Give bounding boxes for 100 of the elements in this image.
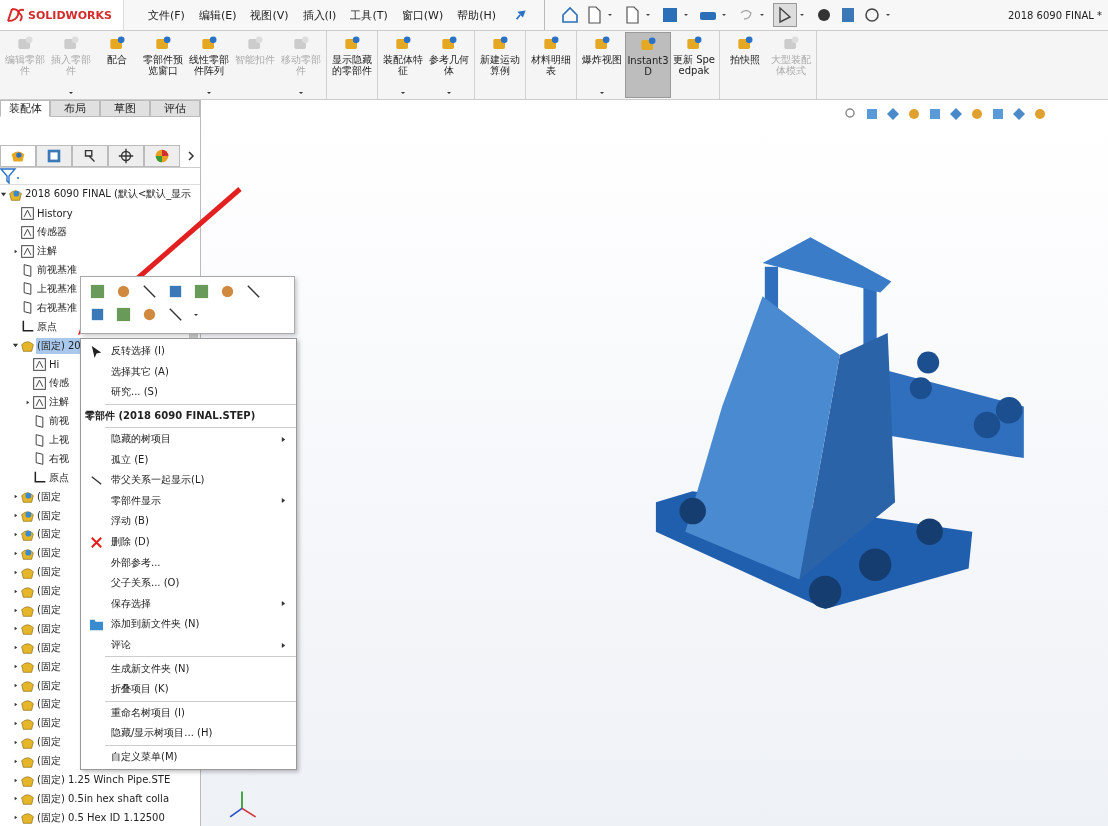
tree-item[interactable]: (固定 bbox=[36, 564, 62, 581]
expand-arrow-icon[interactable] bbox=[12, 247, 19, 255]
tree-item[interactable]: 原点 bbox=[36, 318, 58, 335]
configuration-tab-icon[interactable] bbox=[72, 145, 108, 167]
ribbon-button[interactable]: 零部件预览窗口 bbox=[140, 32, 186, 98]
caret-icon[interactable] bbox=[193, 311, 199, 318]
tree-item[interactable]: (固定 bbox=[36, 526, 62, 543]
tree-item[interactable]: 上视 bbox=[48, 432, 70, 448]
menu-item[interactable]: 评论 bbox=[81, 634, 296, 656]
expand-arrow-icon[interactable] bbox=[12, 606, 19, 614]
caret-icon[interactable] bbox=[759, 12, 766, 18]
expand-arrow-icon[interactable] bbox=[12, 814, 19, 822]
tree-item[interactable]: 上视基准 bbox=[36, 280, 78, 297]
menu-item[interactable]: 编辑(E) bbox=[198, 7, 237, 23]
menu-item[interactable]: 选择其它 (A) bbox=[81, 361, 296, 383]
expand-arrow-icon[interactable] bbox=[12, 757, 19, 765]
caret-icon[interactable] bbox=[645, 12, 652, 18]
tree-item[interactable]: (固定 bbox=[36, 715, 62, 732]
tree-item[interactable]: (固定 bbox=[36, 583, 62, 600]
menu-item[interactable]: 孤立 (E) bbox=[81, 449, 296, 470]
menu-item[interactable]: 研究... (S) bbox=[81, 382, 296, 403]
expand-arrow-icon[interactable] bbox=[12, 795, 19, 803]
tree-item[interactable]: 前视基准 bbox=[36, 262, 78, 278]
menu-item[interactable]: 外部参考... bbox=[81, 552, 296, 573]
tree-item[interactable]: (固定) 20 bbox=[36, 337, 82, 354]
tree-item[interactable]: Hi bbox=[48, 357, 61, 371]
ribbon-button[interactable]: 新建运动算例 bbox=[477, 32, 523, 98]
ribbon-button[interactable]: Instant3D bbox=[625, 32, 671, 98]
tree-item[interactable]: (固定 bbox=[36, 507, 62, 524]
caret-icon[interactable] bbox=[683, 12, 690, 18]
menu-item[interactable]: 折叠项目 (K) bbox=[81, 678, 296, 700]
tree-item[interactable]: (固定 bbox=[36, 753, 62, 770]
menu-item[interactable]: 保存选择 bbox=[81, 593, 296, 615]
menu-item[interactable]: 窗口(W) bbox=[401, 7, 444, 23]
tree-item[interactable]: 2018 6090 FINAL (默认<默认_显示 bbox=[24, 186, 193, 203]
expand-arrow-icon[interactable] bbox=[12, 644, 19, 652]
tree-item[interactable]: (固定) 0.5in hex shaft colla bbox=[36, 790, 170, 807]
expand-arrow-icon[interactable] bbox=[12, 719, 19, 727]
caret-icon[interactable] bbox=[799, 12, 806, 18]
tree-item[interactable]: 注解 bbox=[48, 394, 70, 411]
tree-item[interactable]: 传感 bbox=[48, 375, 70, 392]
expand-arrow-icon[interactable] bbox=[12, 663, 19, 671]
tree-item[interactable]: 注解 bbox=[36, 243, 58, 260]
menu-item[interactable]: 隐藏/显示树项目... (H) bbox=[81, 723, 296, 744]
tree-item[interactable]: 原点 bbox=[48, 469, 70, 486]
expand-arrow-icon[interactable] bbox=[12, 549, 19, 557]
tree-item[interactable]: (固定 bbox=[36, 658, 62, 675]
ribbon-button[interactable]: 参考几何体 bbox=[426, 32, 472, 98]
ribbon-button[interactable]: 线性零部件阵列 bbox=[186, 32, 232, 98]
expand-arrow-icon[interactable] bbox=[12, 512, 19, 520]
ribbon-button[interactable]: 更新 Speedpak bbox=[671, 32, 717, 98]
caret-icon[interactable] bbox=[607, 12, 614, 18]
menu-item[interactable]: 隐藏的树项目 bbox=[81, 428, 296, 450]
crosshair-tab-icon[interactable] bbox=[108, 145, 144, 167]
tree-item[interactable]: (固定) 0.5 Hex ID 1.12500 bbox=[36, 809, 166, 826]
expand-arrow-icon[interactable] bbox=[12, 493, 19, 501]
tree-item[interactable]: (固定 bbox=[36, 734, 62, 751]
menu-item[interactable]: 自定义菜单(M) bbox=[81, 746, 296, 768]
menu-item[interactable]: 零部件显示 bbox=[81, 490, 296, 512]
menu-item[interactable]: 文件(F) bbox=[148, 7, 185, 23]
expand-arrow-icon[interactable] bbox=[12, 530, 19, 538]
menu-item[interactable]: 生成新文件夹 (N) bbox=[81, 658, 296, 679]
tree-item[interactable]: 传感器 bbox=[36, 224, 68, 241]
panel-tab[interactable]: 布局 bbox=[50, 100, 100, 117]
expand-arrow-icon[interactable] bbox=[12, 342, 19, 350]
tree-item[interactable]: 前视 bbox=[48, 413, 70, 430]
menu-item[interactable]: 重命名树项目 (I) bbox=[81, 702, 296, 724]
menu-item[interactable]: 视图(V) bbox=[250, 7, 289, 23]
ribbon-button[interactable]: 显示隐藏的零部件 bbox=[329, 32, 375, 98]
menu-item[interactable]: 帮助(H) bbox=[457, 7, 497, 23]
feature-manager-tab-icon[interactable] bbox=[0, 145, 36, 167]
filter-icon[interactable] bbox=[0, 168, 20, 184]
chevron-right-icon[interactable] bbox=[186, 149, 196, 163]
select-icon[interactable] bbox=[773, 3, 798, 27]
tree-item[interactable]: (固定 bbox=[36, 677, 62, 694]
ribbon-button[interactable]: 装配体特征 bbox=[380, 32, 426, 98]
tree-item[interactable]: History bbox=[36, 206, 74, 220]
tree-item[interactable]: (固定) 1.25 Winch Pipe.STE bbox=[36, 772, 172, 789]
expand-arrow-icon[interactable] bbox=[12, 587, 19, 595]
expand-arrow-icon[interactable] bbox=[12, 625, 19, 633]
tree-item[interactable]: (固定 bbox=[36, 639, 62, 656]
ribbon-button[interactable]: 配合 bbox=[94, 32, 140, 98]
tree-item[interactable]: 右视基准 bbox=[36, 299, 78, 316]
menu-item[interactable]: 带父关系一起显示(L) bbox=[81, 469, 296, 491]
menu-item[interactable]: 工具(T) bbox=[350, 7, 388, 23]
tree-item[interactable]: (固定 bbox=[36, 545, 62, 562]
menu-item[interactable]: 浮动 (B) bbox=[81, 511, 296, 532]
menu-item[interactable]: 添加到新文件夹 (N) bbox=[81, 614, 296, 635]
ribbon-button[interactable]: 爆炸视图 bbox=[579, 32, 625, 98]
menu-item[interactable]: 反转选择 (I) bbox=[81, 341, 296, 362]
expand-arrow-icon[interactable] bbox=[12, 738, 19, 746]
caret-icon[interactable] bbox=[721, 12, 728, 18]
expand-arrow-icon[interactable] bbox=[24, 398, 31, 406]
tree-item[interactable]: (固定 bbox=[36, 696, 62, 713]
expand-arrow-icon[interactable] bbox=[12, 568, 19, 576]
property-manager-tab-icon[interactable] bbox=[36, 145, 72, 167]
tree-item[interactable]: (固定 bbox=[36, 488, 62, 505]
expand-arrow-icon[interactable] bbox=[12, 701, 19, 708]
menu-item[interactable]: 父子关系... (O) bbox=[81, 572, 296, 594]
menu-item[interactable]: 插入(I) bbox=[302, 7, 337, 23]
